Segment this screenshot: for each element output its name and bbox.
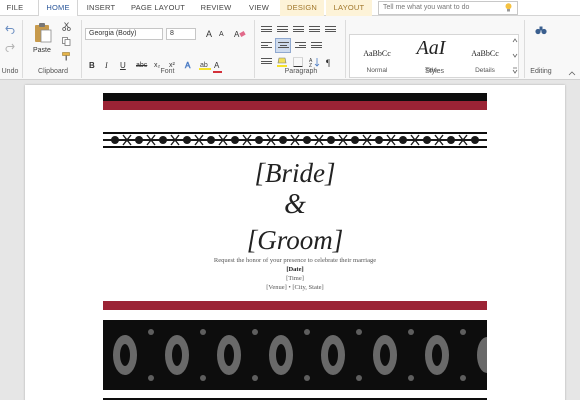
venue-line[interactable]: [Venue] • [City, State] — [103, 284, 487, 292]
document-page[interactable]: [Bride] & [Groom] Request the honor of y… — [25, 85, 565, 400]
paragraph-group-label: Paragraph — [284, 68, 318, 75]
top-red-band — [103, 101, 487, 110]
damask-border-graphic — [103, 132, 487, 148]
tab-insert[interactable]: INSERT — [80, 0, 122, 16]
group-divider — [81, 20, 82, 78]
time-placeholder[interactable]: [Time] — [103, 275, 487, 283]
damask-panel-graphic — [103, 320, 487, 390]
tell-me-input[interactable]: Tell me what you want to do — [378, 1, 518, 15]
shrink-font-button[interactable]: A — [219, 31, 224, 38]
group-divider — [254, 20, 255, 78]
groom-placeholder[interactable]: [Groom] — [103, 224, 487, 256]
format-painter-icon[interactable] — [62, 52, 71, 61]
cut-icon[interactable] — [62, 22, 71, 31]
sort-icon[interactable]: A Z — [309, 57, 320, 67]
redo-icon[interactable] — [5, 42, 15, 52]
editing-group-label: Editing — [530, 68, 552, 75]
increase-indent-icon[interactable] — [325, 26, 336, 35]
date-placeholder[interactable]: [Date] — [103, 266, 487, 274]
font-name-dropdown[interactable]: Georgia (Body) — [85, 28, 163, 40]
lightbulb-icon — [505, 3, 512, 12]
svg-text:¶: ¶ — [326, 58, 330, 67]
collapse-ribbon-icon[interactable] — [568, 70, 576, 76]
ribbon-home: Undo Paste Clipboard Georgia (Body) 8 A … — [0, 16, 580, 80]
grow-font-button[interactable]: A — [206, 29, 212, 39]
tab-view[interactable]: VIEW — [242, 0, 276, 16]
style-preview: AaI — [416, 37, 446, 59]
borders-icon[interactable] — [293, 57, 304, 67]
decrease-indent-icon[interactable] — [309, 26, 320, 35]
show-formatting-icon[interactable]: ¶ — [325, 57, 335, 67]
line-spacing-icon[interactable] — [261, 58, 272, 67]
group-divider — [22, 20, 23, 78]
styles-group-label: Styles — [424, 68, 445, 75]
svg-text:A: A — [234, 30, 240, 39]
clear-formatting-icon[interactable]: A — [234, 29, 246, 39]
request-line[interactable]: Request the honor of your presence to ce… — [103, 257, 487, 265]
undo-icon[interactable] — [5, 24, 15, 34]
tab-page-layout[interactable]: PAGE LAYOUT — [126, 0, 190, 16]
bride-placeholder[interactable]: [Bride] — [103, 157, 487, 189]
group-divider — [524, 20, 525, 78]
tab-home[interactable]: HOME — [38, 0, 78, 16]
style-preview: AaBbCc — [471, 49, 499, 58]
align-right-icon[interactable] — [295, 42, 306, 51]
style-preview: AaBbCc — [363, 49, 391, 58]
svg-text:Z: Z — [309, 63, 312, 67]
tab-file[interactable]: FILE — [0, 0, 30, 16]
undo-group-label: Undo — [1, 68, 19, 75]
copy-icon[interactable] — [62, 37, 71, 46]
tab-review[interactable]: REVIEW — [194, 0, 238, 16]
align-left-icon[interactable] — [261, 42, 272, 51]
tab-layout[interactable]: LAYOUT — [326, 0, 372, 16]
top-black-band — [103, 93, 487, 101]
font-size-dropdown[interactable]: 8 — [166, 28, 196, 40]
justify-icon[interactable] — [311, 42, 322, 51]
word-window: FILE HOME INSERT PAGE LAYOUT REVIEW VIEW… — [0, 0, 580, 400]
bottom-red-band — [103, 301, 487, 310]
binoculars-icon[interactable] — [535, 25, 547, 35]
clipboard-group-label: Clipboard — [38, 68, 68, 75]
ribbon-tab-bar: FILE HOME INSERT PAGE LAYOUT REVIEW VIEW… — [0, 0, 580, 16]
tab-design[interactable]: DESIGN — [280, 0, 324, 16]
shading-icon[interactable] — [277, 57, 288, 67]
document-area: [Bride] & [Groom] Request the honor of y… — [0, 81, 580, 400]
group-divider — [345, 20, 346, 78]
paste-label[interactable]: Paste — [33, 47, 51, 54]
ampersand: & — [284, 189, 306, 220]
align-center-icon[interactable] — [278, 42, 289, 51]
paste-icon[interactable] — [33, 22, 53, 44]
font-group-label: Font — [160, 68, 175, 75]
numbering-icon[interactable] — [277, 26, 288, 35]
multilevel-list-icon[interactable] — [293, 26, 304, 35]
bullets-icon[interactable] — [261, 26, 272, 35]
